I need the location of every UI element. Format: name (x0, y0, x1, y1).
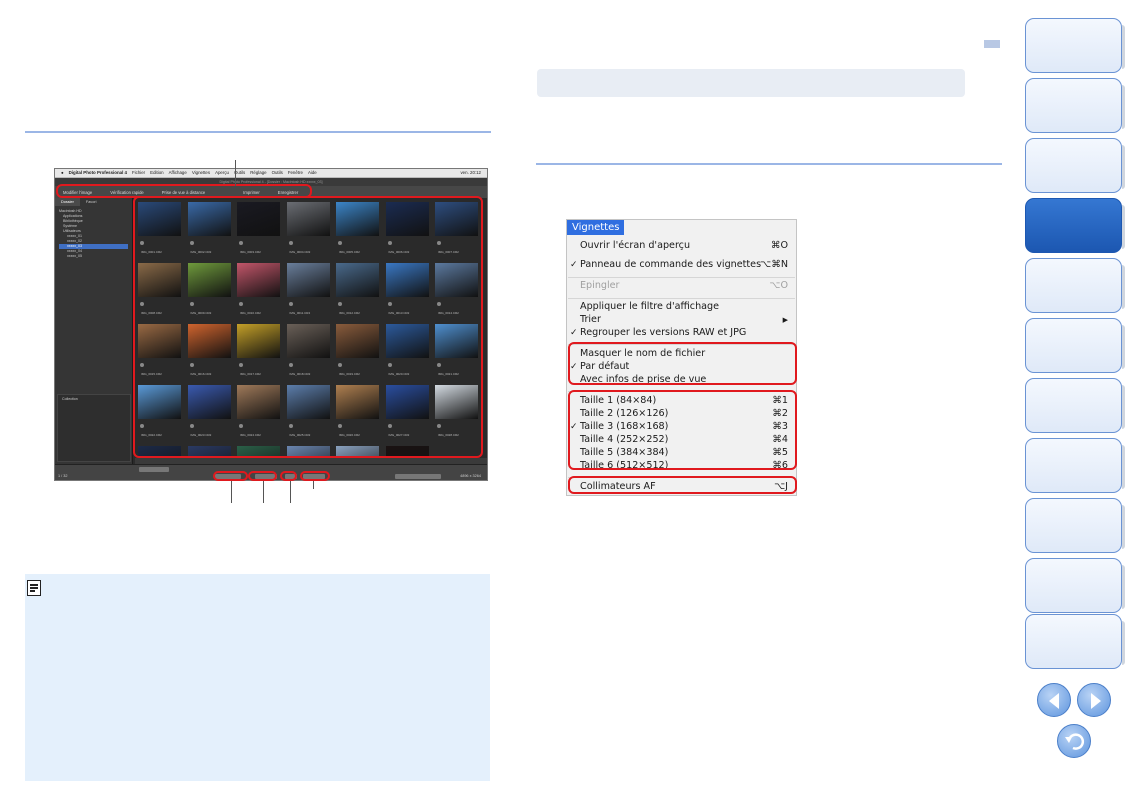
menubar-app-name: Digital Photo Professional 4 (68, 170, 127, 175)
menubar-item: Réglage (250, 170, 267, 175)
grey-heading-bar (537, 69, 965, 97)
check-icon: ✓ (570, 328, 578, 338)
af-points-highlight (568, 476, 797, 494)
chapter-tab-9[interactable] (1025, 498, 1125, 553)
chapter-tab-6[interactable] (1025, 318, 1125, 373)
menu-item-sort: Trier ▶ (580, 314, 788, 325)
image-count: 1 / 32 (58, 474, 68, 478)
size-options-highlight (568, 390, 797, 470)
menu-separator (568, 277, 795, 278)
size-slider (139, 467, 169, 472)
chapter-tab-10[interactable] (1025, 558, 1125, 613)
callout-line-2 (263, 481, 264, 503)
menu-item-pin: Epingler ⌥O (580, 280, 788, 291)
chapter-tab-3[interactable] (1025, 138, 1125, 193)
tree-item: xxxxx_05 (67, 254, 82, 258)
check-icon: ✓ (570, 260, 578, 270)
menu-item-apply-filter: Appliquer le filtre d'affichage (580, 301, 720, 312)
arrow-left-icon (1049, 693, 1059, 709)
display-controls-highlight (300, 471, 330, 481)
collection-label: Collection (62, 397, 78, 401)
callout-line-3 (290, 481, 291, 503)
chapter-tab-1[interactable] (1025, 18, 1125, 73)
callout-line-4 (313, 481, 314, 489)
rotate-controls-highlight (280, 471, 297, 481)
memo-icon (27, 580, 41, 596)
collection-panel: Collection (57, 394, 131, 462)
menu-separator (568, 298, 795, 299)
menubar-item: Edition (150, 170, 164, 175)
tab-favorite: Favori (85, 200, 97, 204)
chapter-tab-8[interactable] (1025, 438, 1125, 493)
menu-title: Vignettes (567, 220, 625, 235)
menubar-item: Vignettes (191, 170, 211, 175)
menubar-item: Fenêtre (287, 170, 303, 175)
image-dimensions: 4896 x 3264 (460, 474, 481, 478)
callout-line-1 (231, 481, 232, 503)
menubar-item: Affichage (168, 170, 187, 175)
chapter-tab-5[interactable] (1025, 258, 1125, 313)
previous-page-button[interactable] (1037, 683, 1071, 717)
thumbnail-area-highlight (133, 196, 483, 458)
menubar-item: Aide (307, 170, 317, 175)
menu-item-group-raw-jpg: ✓ Regrouper les versions RAW et JPG (570, 327, 747, 338)
filename-options-highlight (568, 342, 797, 385)
right-section-rule (536, 163, 1002, 165)
menubar-clock: ven. 20:12 (460, 170, 481, 175)
checkmark-controls-highlight (248, 471, 277, 481)
return-icon (1065, 733, 1084, 750)
chapter-tab-7[interactable] (1025, 378, 1125, 433)
layout-controls (395, 474, 441, 479)
page-marker (984, 40, 1000, 48)
back-button[interactable] (1057, 724, 1091, 758)
chapter-tab-4-active[interactable] (1025, 198, 1125, 253)
callout-line-top (235, 160, 236, 186)
folder-sidebar: Dossier Favori Macintosh HD Applications… (55, 198, 133, 470)
chapter-tab-11[interactable] (1025, 614, 1125, 669)
next-page-button[interactable] (1077, 683, 1111, 717)
menubar-item: Fichier (131, 170, 146, 175)
left-section-rule (25, 131, 491, 133)
sidebar-tabs: Dossier Favori (55, 198, 132, 206)
submenu-arrow-icon: ▶ (782, 316, 788, 324)
folder-tree: Macintosh HD Applications Bibliothèque S… (55, 206, 132, 262)
memo-box (25, 574, 490, 781)
mac-menubar: ● Digital Photo Professional 4 Fichier E… (55, 169, 487, 178)
menu-item-open-preview: Ouvrir l'écran d'aperçu ⌘O (580, 240, 788, 251)
menu-item-thumbnail-control-panel: ✓ Panneau de commande des vignettes ⌥⌘N (570, 259, 788, 270)
menubar-item: Aperçu (215, 170, 229, 175)
menubar-item: Outils (271, 170, 283, 175)
chapter-tab-2[interactable] (1025, 78, 1125, 133)
tab-folder: Dossier (55, 198, 80, 206)
rating-controls-highlight (213, 471, 248, 481)
arrow-right-icon (1091, 693, 1101, 709)
apple-icon: ● (61, 170, 64, 175)
